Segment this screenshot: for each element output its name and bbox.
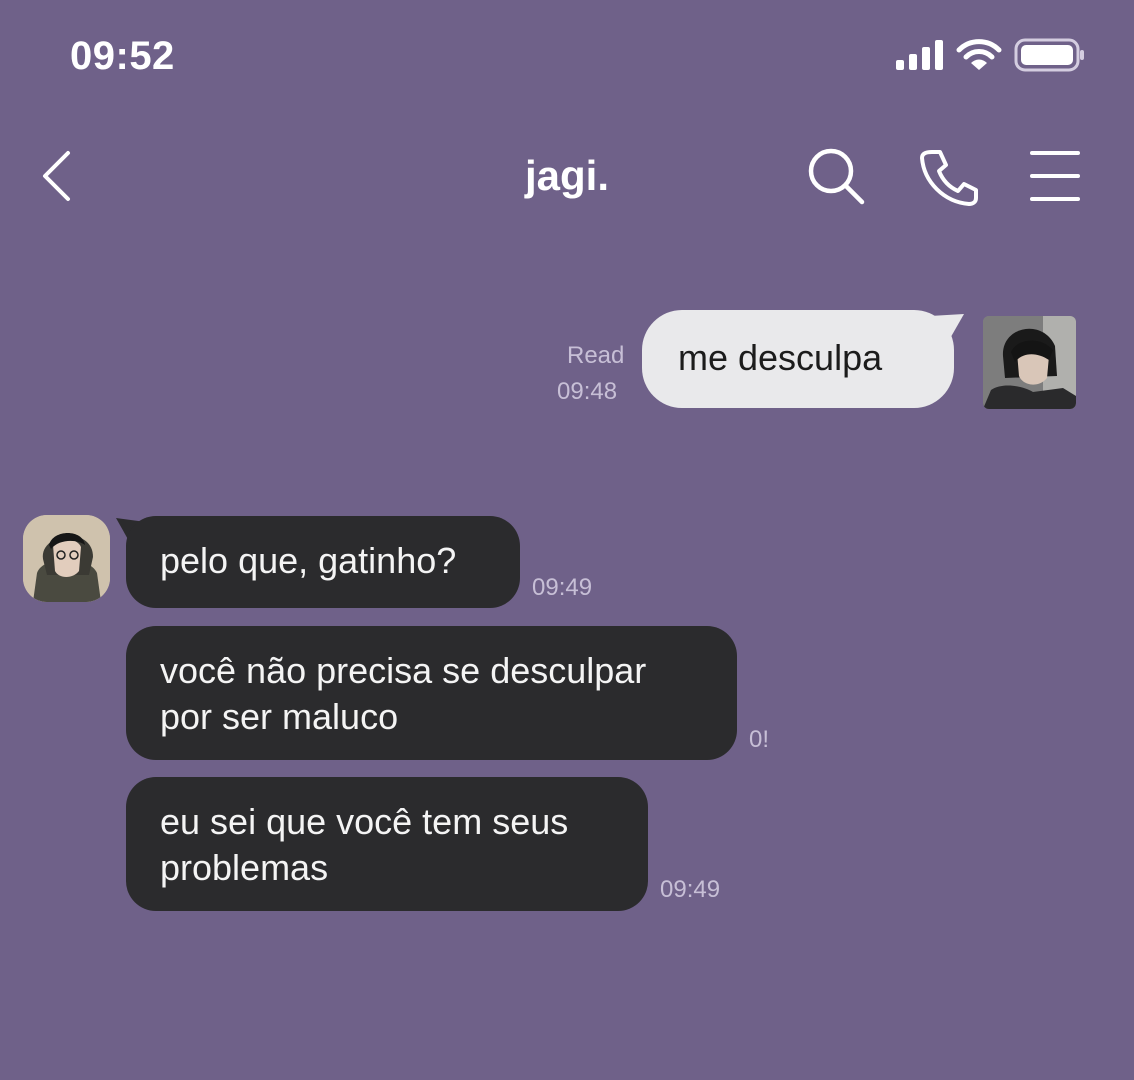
contact-avatar[interactable] [23, 515, 110, 602]
message-text: pelo que, gatinho? [160, 540, 457, 581]
message-timestamp: 09:49 [660, 876, 721, 903]
status-time: 09:52 [70, 34, 175, 78]
message-text-line: problemas [160, 847, 329, 888]
outgoing-message-bubble[interactable]: me desculpa [642, 310, 954, 408]
cellular-signal-icon [896, 40, 943, 70]
search-icon[interactable] [806, 146, 866, 206]
message-text-line: por ser maluco [160, 696, 399, 737]
my-avatar[interactable] [983, 316, 1076, 409]
message-text-line: eu sei que você tem seus [160, 801, 569, 842]
message-timestamp: 09:48 [557, 378, 618, 405]
read-receipt: Read [567, 342, 625, 369]
message-text-line: você não precisa se desculpar [160, 650, 647, 691]
wifi-icon [956, 39, 1002, 70]
incoming-message-bubble[interactable]: pelo que, gatinho? [126, 516, 520, 608]
person-photo-icon [983, 316, 1076, 409]
phone-icon[interactable] [918, 148, 978, 206]
incoming-message-bubble[interactable]: você não precisa se desculpar por ser ma… [126, 626, 737, 760]
person-photo-icon [23, 515, 110, 602]
message-text: me desculpa [678, 337, 883, 378]
battery-icon [1014, 38, 1084, 72]
message-timestamp: 09:49 [532, 574, 593, 601]
menu-icon[interactable] [1030, 150, 1080, 202]
message-timestamp-clipped: 0! [749, 726, 769, 753]
incoming-message-bubble[interactable]: eu sei que você tem seus problemas [126, 777, 648, 911]
